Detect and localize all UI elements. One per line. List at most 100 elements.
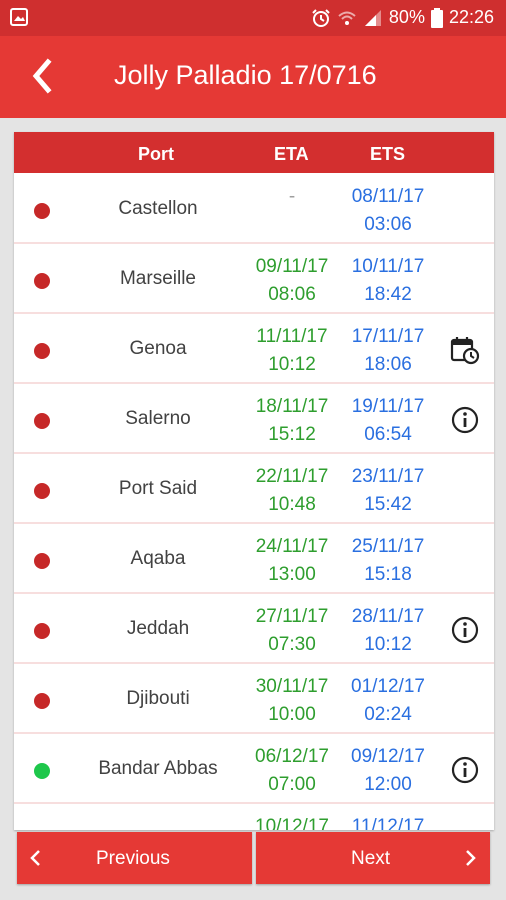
ets-date: 09/12/17: [351, 746, 425, 767]
status-dot-current: [34, 763, 50, 779]
calendar-clock-icon[interactable]: [449, 334, 481, 366]
eta-date: 09/11/17: [255, 256, 329, 277]
ets-date: 01/12/17: [351, 676, 425, 697]
previous-button[interactable]: Previous: [17, 832, 252, 884]
eta-time: 07:00: [268, 774, 316, 795]
ets-time: 18:06: [364, 354, 412, 375]
eta-date: 24/11/17: [255, 536, 329, 557]
ets-cell: 28/11/17 10:12: [340, 603, 436, 659]
eta-date: 11/11/17: [256, 326, 328, 347]
eta-time: 10:00: [268, 704, 316, 725]
ets-time: 15:42: [364, 494, 412, 515]
table-row[interactable]: Aqaba 24/11/17 13:00 25/11/17 15:18: [14, 524, 494, 594]
eta-time: 10:48: [268, 494, 316, 515]
ets-cell: 11/12/17: [340, 813, 436, 830]
status-dot-past: [34, 273, 50, 289]
status-bar: 80% 22:26: [0, 0, 506, 36]
port-name: Genoa: [129, 338, 187, 359]
eta-cell: 22/11/17 10:48: [244, 463, 340, 519]
eta-time: 15:12: [268, 424, 316, 445]
info-icon[interactable]: [449, 404, 481, 436]
port-name: Jeddah: [126, 618, 190, 639]
eta-column-header: ETA: [274, 144, 309, 164]
status-dot-past: [34, 623, 50, 639]
ets-date: 19/11/17: [351, 396, 425, 417]
ets-date: 28/11/17: [351, 606, 425, 627]
chevron-left-icon: [30, 850, 40, 866]
ets-cell: 23/11/17 15:42: [340, 463, 436, 519]
port-name: Aqaba: [130, 548, 186, 569]
eta-date: 30/11/17: [255, 676, 329, 697]
ets-time: 02:24: [364, 704, 412, 725]
table-row[interactable]: Salerno 18/11/17 15:12 19/11/17 06:54: [14, 384, 494, 454]
port-name: Castellon: [118, 198, 198, 219]
ets-cell: 17/11/17 18:06: [340, 323, 436, 379]
table-row[interactable]: Castellon - 08/11/17 03:06: [14, 174, 494, 244]
ets-column-header: ETS: [370, 144, 406, 164]
eta-date: 27/11/17: [255, 606, 329, 627]
clock: 22:26: [448, 7, 494, 27]
table-row[interactable]: Djibouti 30/11/17 10:00 01/12/17 02:24: [14, 664, 494, 734]
ets-time: 15:18: [364, 564, 412, 585]
eta-date: 22/11/17: [255, 466, 329, 487]
status-dot-past: [34, 693, 50, 709]
eta-cell: 06/12/17 07:00: [244, 743, 340, 799]
table-row[interactable]: Genoa 11/11/17 10:12 17/11/17 18:06: [14, 314, 494, 384]
eta-time: 08:06: [268, 284, 316, 305]
eta-cell: 27/11/17 07:30: [244, 603, 340, 659]
signal-icon: [364, 9, 381, 26]
ets-time: 06:54: [364, 424, 412, 445]
info-icon[interactable]: [449, 614, 481, 646]
back-arrow-icon[interactable]: [24, 56, 64, 96]
battery-percent: 80%: [388, 7, 425, 27]
ets-date: 11/12/17: [351, 816, 425, 830]
wifi-icon: [338, 11, 356, 25]
ets-time: 18:42: [364, 284, 412, 305]
ets-time: 10:12: [364, 634, 412, 655]
eta-time: 07:30: [268, 634, 316, 655]
ets-date: 10/11/17: [351, 256, 425, 277]
ets-cell: 10/11/17 18:42: [340, 253, 436, 309]
ets-cell: 09/12/17 12:00: [340, 743, 436, 799]
status-dot-past: [34, 413, 50, 429]
alarm-icon: [312, 8, 330, 27]
status-dot-past: [34, 553, 50, 569]
eta-cell: 30/11/17 10:00: [244, 673, 340, 729]
info-icon[interactable]: [449, 754, 481, 786]
table-header: Port ETA ETS: [14, 132, 494, 173]
port-column-header: Port: [138, 144, 174, 164]
next-button[interactable]: Next: [256, 832, 490, 884]
page-title: Jolly Palladio 17/0716: [114, 60, 377, 90]
table-row[interactable]: 10/12/17 11/12/17: [14, 804, 494, 830]
ets-time: 12:00: [364, 774, 412, 795]
ports-table: Port ETA ETS Castellon - 08/11/17 03:06 Mars…: [14, 132, 494, 830]
image-notification-icon: [10, 8, 28, 26]
table-row[interactable]: Port Said 22/11/17 10:48 23/11/17 15:42: [14, 454, 494, 524]
status-dot-past: [34, 483, 50, 499]
table-row[interactable]: Jeddah 27/11/17 07:30 28/11/17 10:12: [14, 594, 494, 664]
eta-time: 13:00: [268, 564, 316, 585]
next-label: Next: [351, 848, 391, 869]
port-name: Djibouti: [126, 688, 190, 709]
battery-icon: [430, 7, 443, 28]
eta-date: 10/12/17: [255, 816, 329, 830]
status-dot-past: [34, 343, 50, 359]
eta-cell: 11/11/17 10:12: [244, 323, 340, 379]
eta-date: 06/12/17: [255, 746, 329, 767]
table-row[interactable]: Bandar Abbas 06/12/17 07:00 09/12/17 12:00: [14, 734, 494, 804]
ets-date: 23/11/17: [351, 466, 425, 487]
eta-cell: 24/11/17 13:00: [244, 533, 340, 589]
app-bar: Jolly Palladio 17/0716: [0, 36, 506, 118]
ets-cell: 08/11/17 03:06: [340, 183, 436, 239]
eta-cell: 18/11/17 15:12: [244, 393, 340, 449]
eta-cell: 09/11/17 08:06: [244, 253, 340, 309]
ets-date: 17/11/17: [351, 326, 425, 347]
table-row[interactable]: Marseille 09/11/17 08:06 10/11/17 18:42: [14, 244, 494, 314]
ets-time: 03:06: [364, 214, 412, 235]
eta-date: -: [288, 186, 296, 207]
ets-date: 08/11/17: [351, 186, 425, 207]
port-name: Bandar Abbas: [98, 758, 218, 779]
chevron-right-icon: [466, 850, 476, 866]
port-name: Marseille: [119, 268, 197, 289]
ets-date: 25/11/17: [351, 536, 425, 557]
